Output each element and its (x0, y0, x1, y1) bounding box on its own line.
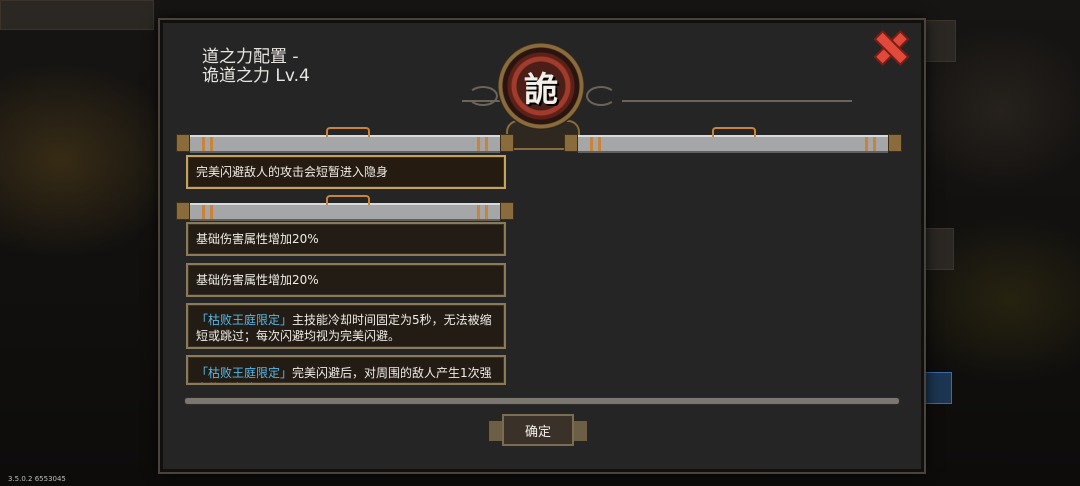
dialog-title: 道之力配置 - 诡道之力 Lv.4 (202, 48, 310, 86)
effect-text: 基础伤害属性增加20% (196, 232, 319, 246)
background-skill-icon (922, 228, 954, 270)
confirm-button-plate: 确定 (502, 414, 574, 446)
dialog-title-line1: 道之力配置 - (202, 47, 299, 67)
list-scrollbar-thumb[interactable] (185, 398, 899, 404)
effect-tag: 「枯败王庭限定」 (196, 313, 293, 327)
effect-card-2[interactable]: 基础伤害属性增加20% (186, 263, 506, 297)
ornament-line-right (622, 100, 852, 102)
background-dash-icon (920, 372, 952, 404)
ornament-swirl-left (468, 86, 498, 106)
effect-card-1[interactable]: 基础伤害属性增加20% (186, 222, 506, 256)
effect-text: 基础伤害属性增加20% (196, 273, 319, 287)
ornament-swirl-right (586, 86, 616, 106)
effect-text: 完美闪避敌人的攻击会短暂进入隐身 (196, 165, 389, 179)
background-home-icon (920, 20, 956, 62)
effect-card-0[interactable]: 完美闪避敌人的攻击会短暂进入隐身 (186, 155, 506, 189)
dao-emblem-icon: 詭 (497, 42, 585, 130)
emblem-char: 詭 (524, 69, 558, 110)
version-label: 3.5.0.2 6553045 (8, 475, 66, 483)
confirm-button[interactable]: 确定 (488, 411, 588, 449)
scroll-bar-left-top (176, 127, 514, 153)
dialog-title-line2: 诡道之力 Lv.4 (202, 66, 310, 86)
scroll-bar-right-top (564, 127, 902, 153)
effect-card-4[interactable]: 「枯败王庭限定」完美闪避后，对周围的敌人产生1次强大的引力波 (186, 355, 506, 385)
background-hud-left (0, 0, 154, 30)
effect-card-3[interactable]: 「枯败王庭限定」主技能冷却时间固定为5秒，无法被缩短或跳过；每次闪避均视为完美闪… (186, 303, 506, 349)
scroll-bar-left-mid (176, 195, 514, 221)
close-icon[interactable] (876, 33, 906, 63)
list-scrollbar[interactable] (184, 397, 900, 405)
confirm-label: 确定 (524, 424, 551, 440)
effect-tag: 「枯败王庭限定」 (196, 366, 293, 380)
